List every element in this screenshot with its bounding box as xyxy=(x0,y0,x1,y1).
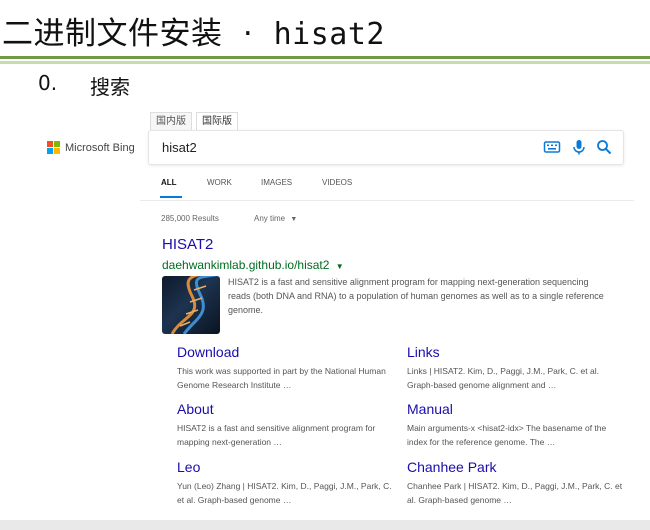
deep-link-text: This work was supported in part by the N… xyxy=(177,366,386,390)
slide-title-separator: · xyxy=(242,16,254,52)
keyboard-icon[interactable] xyxy=(543,138,561,156)
microphone-icon[interactable] xyxy=(570,138,588,156)
deep-link-download: Download This work was supported in part… xyxy=(177,344,397,392)
time-filter[interactable]: Any time ▼ xyxy=(254,214,297,223)
active-tab-underline xyxy=(160,196,182,198)
logo-text: Microsoft Bing xyxy=(65,141,135,154)
deep-link-text: Yun (Leo) Zhang | HISAT2. Kim, D., Paggi… xyxy=(177,481,392,505)
region-tab-international[interactable]: 国际版 xyxy=(196,112,238,130)
deep-link-links: Links Links | HISAT2. Kim, D., Paggi, J.… xyxy=(407,344,627,392)
deep-link-leo: Leo Yun (Leo) Zhang | HISAT2. Kim, D., P… xyxy=(177,459,397,507)
deep-link-title[interactable]: Download xyxy=(177,344,397,360)
region-tab-domestic[interactable]: 国内版 xyxy=(150,112,192,130)
tab-images[interactable]: IMAGES xyxy=(261,178,292,187)
deep-link-text: Chanhee Park | HISAT2. Kim, D., Paggi, J… xyxy=(407,481,623,505)
slide-title-code: hisat2 xyxy=(273,17,385,52)
result-title-link[interactable]: HISAT2 xyxy=(162,236,213,253)
deep-link-title[interactable]: Chanhee Park xyxy=(407,459,627,475)
result-url-text: daehwankimlab.github.io/hisat2 xyxy=(162,258,330,272)
nav-divider xyxy=(140,200,634,201)
step-number: 0. xyxy=(38,71,58,95)
title-rule-light xyxy=(0,61,650,64)
deep-link-text: HISAT2 is a fast and sensitive alignment… xyxy=(177,423,376,447)
chevron-down-icon: ▼ xyxy=(290,216,298,223)
time-filter-label: Any time xyxy=(254,214,286,223)
result-thumbnail[interactable] xyxy=(162,276,220,334)
slide-bottom-band xyxy=(0,520,650,530)
url-dropdown-icon[interactable]: ▼ xyxy=(336,262,344,271)
step-label: 搜索 xyxy=(90,75,130,99)
bing-logo[interactable]: Microsoft Bing xyxy=(47,141,135,154)
search-icon[interactable] xyxy=(595,138,613,156)
result-url[interactable]: daehwankimlab.github.io/hisat2 ▼ xyxy=(162,258,344,272)
results-count: 285,000 Results xyxy=(161,214,219,223)
search-input[interactable]: hisat2 xyxy=(162,140,197,155)
deep-link-title[interactable]: Links xyxy=(407,344,627,360)
result-snippet: HISAT2 is a fast and sensitive alignment… xyxy=(228,277,604,315)
tab-work[interactable]: WORK xyxy=(207,178,232,187)
microsoft-logo-icon xyxy=(47,141,60,154)
deep-link-text: Main arguments-x <hisat2-idx> The basena… xyxy=(407,423,607,447)
deep-link-text: Links | HISAT2. Kim, D., Paggi, J.M., Pa… xyxy=(407,366,599,390)
bing-screenshot: 国内版 国际版 Microsoft Bing hisat2 ALL WORK I… xyxy=(47,108,648,520)
deep-link-title[interactable]: About xyxy=(177,401,397,417)
dna-helix-icon xyxy=(170,276,218,334)
tab-videos[interactable]: VIDEOS xyxy=(322,178,352,187)
deep-link-title[interactable]: Leo xyxy=(177,459,397,475)
title-rule-dark xyxy=(0,56,650,59)
slide-title-cn: 二进制文件安装 xyxy=(2,16,223,52)
slide-title: 二进制文件安装 · hisat2 xyxy=(2,8,385,53)
tab-all[interactable]: ALL xyxy=(160,178,182,198)
deep-link-chanhee-park: Chanhee Park Chanhee Park | HISAT2. Kim,… xyxy=(407,459,627,507)
deep-link-about: About HISAT2 is a fast and sensitive ali… xyxy=(177,401,397,449)
search-box[interactable]: hisat2 xyxy=(148,130,624,165)
tab-all-label: ALL xyxy=(161,178,177,187)
deep-link-title[interactable]: Manual xyxy=(407,401,627,417)
deep-link-manual: Manual Main arguments-x <hisat2-idx> The… xyxy=(407,401,627,449)
